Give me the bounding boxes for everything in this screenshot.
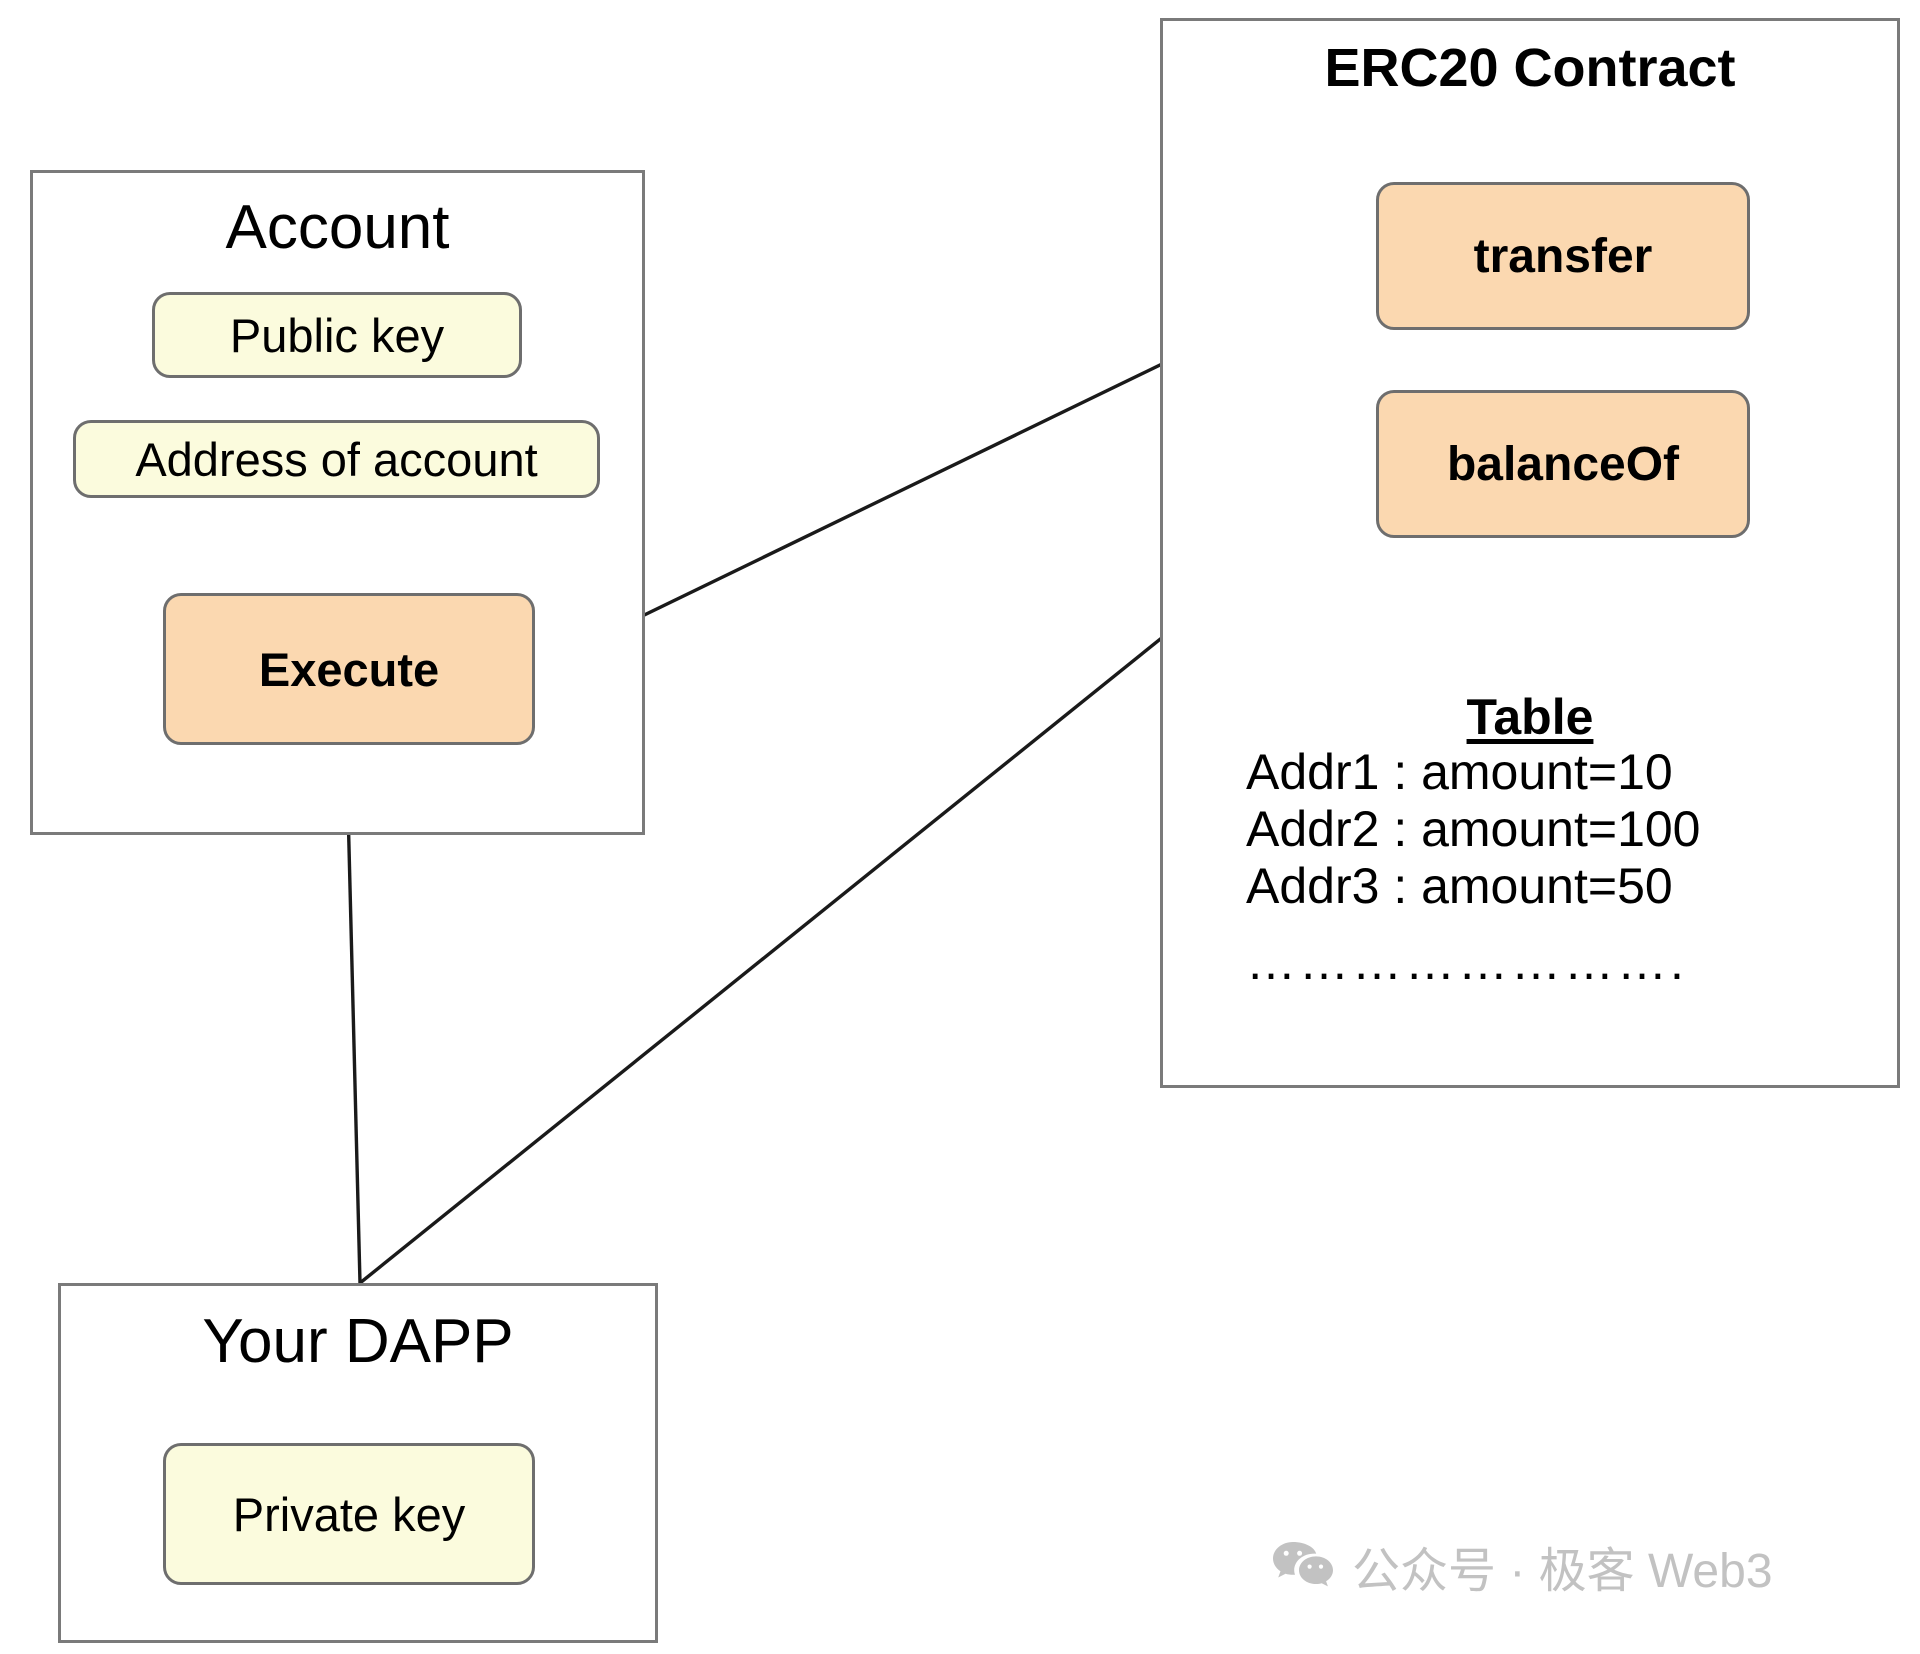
private-key-node[interactable]: Private key bbox=[163, 1443, 535, 1585]
execute-node[interactable]: Execute bbox=[163, 593, 535, 745]
watermark-text: 公众号 · 极客 Web3 bbox=[1352, 1545, 1773, 1598]
public-key-node[interactable]: Public key bbox=[152, 292, 522, 378]
balanceof-label: balanceOf bbox=[1446, 437, 1680, 491]
balances-table: Table Addr1 : amount=10 Addr2 : amount=1… bbox=[1160, 690, 1900, 991]
execute-label: Execute bbox=[258, 642, 440, 696]
transfer-label: transfer bbox=[1473, 229, 1653, 283]
table-row: Addr3 : amount=50 bbox=[1246, 858, 1673, 914]
wechat-icon bbox=[1273, 1542, 1333, 1587]
arrow-dapp-to-execute bbox=[336, 766, 362, 1284]
table-row: Addr1 : amount=10 bbox=[1246, 744, 1673, 800]
erc20-contract-title: ERC20 Contract bbox=[1324, 38, 1736, 98]
address-of-account-node[interactable]: Address of account bbox=[73, 420, 600, 498]
address-of-account-label: Address of account bbox=[135, 432, 538, 486]
watermark: 公众号 · 极客 Web3 bbox=[1272, 1531, 1773, 1601]
table-heading: Table bbox=[1466, 689, 1594, 745]
dapp-title: Your DAPP bbox=[202, 1307, 514, 1376]
transfer-function-node[interactable]: transfer bbox=[1376, 182, 1750, 330]
diagram-canvas: Account Public key Address of account Ex… bbox=[0, 0, 1920, 1654]
public-key-label: Public key bbox=[229, 308, 445, 362]
table-row: Addr2 : amount=100 bbox=[1246, 801, 1701, 857]
account-title: Account bbox=[225, 193, 450, 262]
private-key-label: Private key bbox=[232, 1487, 466, 1541]
balanceof-function-node[interactable]: balanceOf bbox=[1376, 390, 1750, 538]
table-ellipsis: ……………………. bbox=[1246, 934, 1687, 990]
